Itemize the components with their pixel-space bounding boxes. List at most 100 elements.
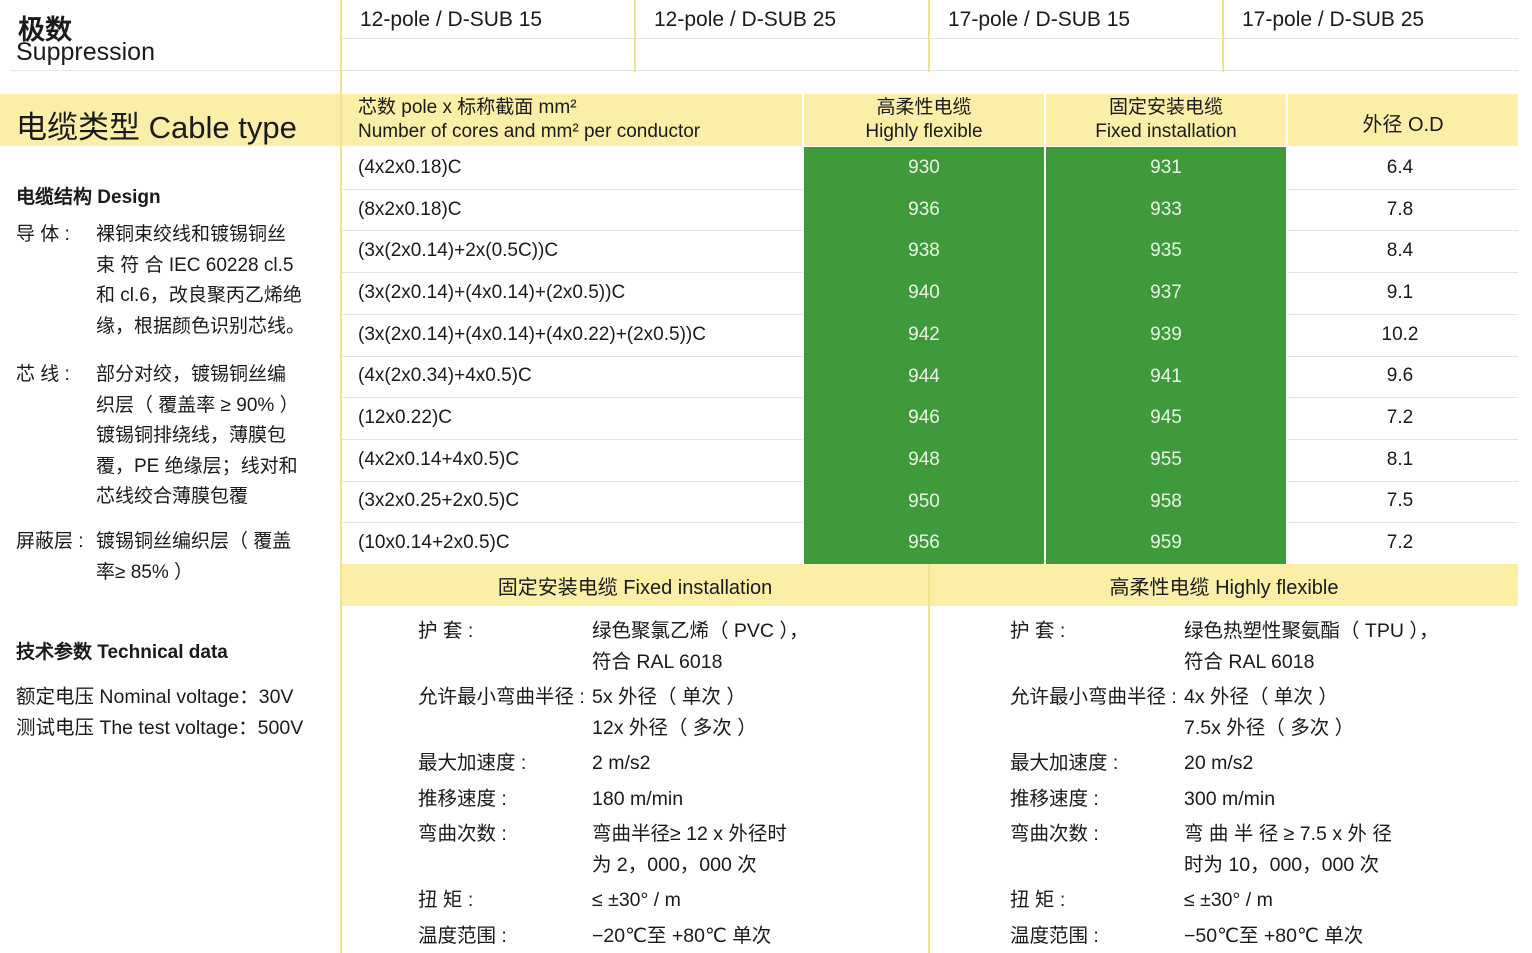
spec-value: 符合 RAL 6018	[592, 650, 723, 673]
spec-label: 温度范围 :	[418, 924, 507, 947]
spec-value: 7.5x 外径（ 多次 ）	[1184, 716, 1355, 739]
spec-label: 护 套 :	[418, 620, 474, 642]
fixed-part-number: 955	[1046, 438, 1286, 482]
shield-label: 屏蔽层 :	[16, 531, 84, 552]
fixed-part-number: 933	[1046, 188, 1286, 231]
outer-diameter: 9.6	[1386, 365, 1414, 387]
fixed-part-number: 931	[1046, 147, 1286, 190]
flex-part-number: 942	[804, 313, 1044, 356]
fixed-part-number: 937	[1046, 272, 1286, 315]
spec-value: 180 m/min	[592, 787, 684, 810]
test-voltage: 测试电压 The test voltage：500V	[16, 717, 304, 739]
divider	[342, 70, 1518, 71]
outer-diameter: 7.5	[1386, 490, 1414, 512]
cable-spec: (3x(2x0.14)+2x(0.5C))C	[358, 240, 559, 262]
spec-label: 弯曲次数 :	[418, 823, 507, 845]
spec-value: −50℃至 +80℃ 单次	[1184, 924, 1364, 947]
outer-diameter: 8.1	[1386, 448, 1414, 470]
spec-label: 最大加速度 :	[1010, 752, 1119, 774]
outer-diameter: 10.2	[1381, 323, 1419, 345]
flex-header-en: Highly flexible	[865, 121, 983, 142]
cable-spec: (12x0.22)C	[358, 407, 452, 429]
fixed-part-number: 935	[1046, 230, 1286, 273]
fixed-part-number: 941	[1046, 355, 1286, 398]
divider	[928, 0, 930, 72]
fixed-section-header: 固定安装电缆 Fixed installation	[342, 564, 928, 606]
spec-value: 12x 外径（ 多次 ）	[592, 716, 757, 739]
spec-label: 温度范围 :	[1010, 924, 1099, 947]
flex-part-number: 936	[804, 188, 1044, 231]
cores-header-cn: 芯数 pole x 标称截面 mm²	[358, 97, 577, 118]
core-line: 织层（ 覆盖率 ≥ 90% ）	[96, 394, 299, 416]
technical-heading: 技术参数 Technical data	[16, 642, 228, 663]
cable-spec: (10x0.14+2x0.5)C	[358, 532, 510, 554]
conductor-line: 和 cl.6，改良聚丙乙烯绝	[96, 285, 302, 306]
spec-value: 绿色聚氯乙烯（ PVC ），	[592, 620, 809, 642]
spec-label: 允许最小弯曲半径 :	[1010, 686, 1177, 708]
spec-value: −20℃至 +80℃ 单次	[592, 924, 772, 947]
design-heading: 电缆结构 Design	[16, 187, 161, 208]
spec-label: 扭 矩 :	[418, 889, 474, 911]
spec-value: 时为 10，000，000 次	[1184, 853, 1380, 876]
divider	[1222, 0, 1224, 72]
flex-part-number: 950	[804, 480, 1044, 523]
flex-part-number: 946	[804, 397, 1044, 440]
connector-3: 17-pole / D-SUB 15	[948, 8, 1131, 31]
fixed-header: 固定安装电缆 Fixed installation	[1046, 96, 1286, 144]
divider	[342, 38, 1518, 39]
core-text: 部分对绞，镀锡铜丝编 织层（ 覆盖率 ≥ 90% ） 镀锡铜排绕线，薄膜包 覆，…	[96, 360, 332, 513]
core-line: 芯线绞合薄膜包覆	[96, 486, 249, 507]
conductor-line: 裸铜束绞线和镀锡铜丝	[96, 224, 287, 245]
spec-value: 为 2，000，000 次	[592, 853, 757, 876]
divider	[1044, 94, 1046, 146]
cores-header-en: Number of cores and mm² per conductor	[358, 121, 701, 142]
connector-2: 12-pole / D-SUB 25	[654, 8, 837, 31]
flex-part-number: 948	[804, 438, 1044, 482]
spec-value: 2 m/s2	[592, 752, 651, 774]
spec-value: 20 m/s2	[1184, 752, 1254, 774]
spec-value: 绿色热塑性聚氨酯（ TPU ），	[1184, 620, 1439, 642]
flex-part-number: 930	[804, 147, 1044, 190]
od-header: 外径 O.D	[1362, 114, 1444, 136]
flex-part-number: 956	[804, 522, 1044, 565]
conductor-text: 裸铜束绞线和镀锡铜丝 束 符 合 IEC 60228 cl.5 和 cl.6，改…	[96, 220, 332, 342]
spec-value: 符合 RAL 6018	[1184, 650, 1315, 673]
nominal-voltage: 额定电压 Nominal voltage：30V	[16, 686, 294, 708]
outer-diameter: 7.8	[1386, 198, 1414, 220]
cable-spec: (3x(2x0.14)+(4x0.14)+(4x0.22)+(2x0.5))C	[358, 323, 706, 345]
flex-part-number: 940	[804, 272, 1044, 315]
divider	[802, 94, 804, 146]
cable-spec: (3x(2x0.14)+(4x0.14)+(2x0.5))C	[358, 281, 626, 303]
cable-spec: (4x(2x0.34)+4x0.5)C	[358, 365, 532, 387]
conductor-label: 导 体 :	[16, 224, 70, 245]
flex-section-header: 高柔性电缆 Highly flexible	[930, 564, 1518, 606]
outer-diameter: 7.2	[1386, 532, 1414, 554]
spec-label: 允许最小弯曲半径 :	[418, 686, 585, 708]
fixed-header-cn: 固定安装电缆	[1108, 97, 1223, 118]
spec-value: 4x 外径（ 单次 ）	[1184, 686, 1338, 708]
cable-spec: (4x2x0.14+4x0.5)C	[358, 448, 520, 470]
spec-label: 扭 矩 :	[1010, 889, 1066, 911]
outer-diameter: 6.4	[1386, 156, 1414, 178]
core-line: 部分对绞，镀锡铜丝编	[96, 364, 287, 385]
divider	[1044, 147, 1046, 564]
connector-1: 12-pole / D-SUB 15	[360, 8, 543, 31]
outer-diameter: 7.2	[1386, 407, 1414, 429]
flex-part-number: 938	[804, 230, 1044, 273]
cable-type-label: 电缆类型 Cable type	[16, 110, 297, 145]
cable-spec: (4x2x0.18)C	[358, 156, 462, 178]
connector-header: 12-pole / D-SUB 15 12-pole / D-SUB 25 17…	[342, 0, 1518, 72]
outer-diameter: 9.1	[1386, 281, 1414, 303]
spec-label: 弯曲次数 :	[1010, 823, 1099, 845]
divider	[10, 70, 340, 71]
spec-value: ≤ ±30° / m	[1184, 889, 1273, 911]
fixed-part-number: 959	[1046, 522, 1286, 565]
conductor-line: 束 符 合 IEC 60228 cl.5	[96, 254, 294, 276]
divider	[928, 564, 930, 953]
shield-line: 率≥ 85% ）	[96, 561, 194, 583]
fixed-part-number: 958	[1046, 480, 1286, 523]
conductor-line: 缘，根据颜色识别芯线。	[96, 315, 306, 337]
spec-value: 5x 外径（ 单次 ）	[592, 686, 746, 708]
flex-spec-list: 护 套 : 绿色热塑性聚氨酯（ TPU ）， 符合 RAL 6018 允许最小弯曲半径…	[1010, 616, 1510, 953]
core-label: 芯 线 :	[16, 364, 70, 385]
